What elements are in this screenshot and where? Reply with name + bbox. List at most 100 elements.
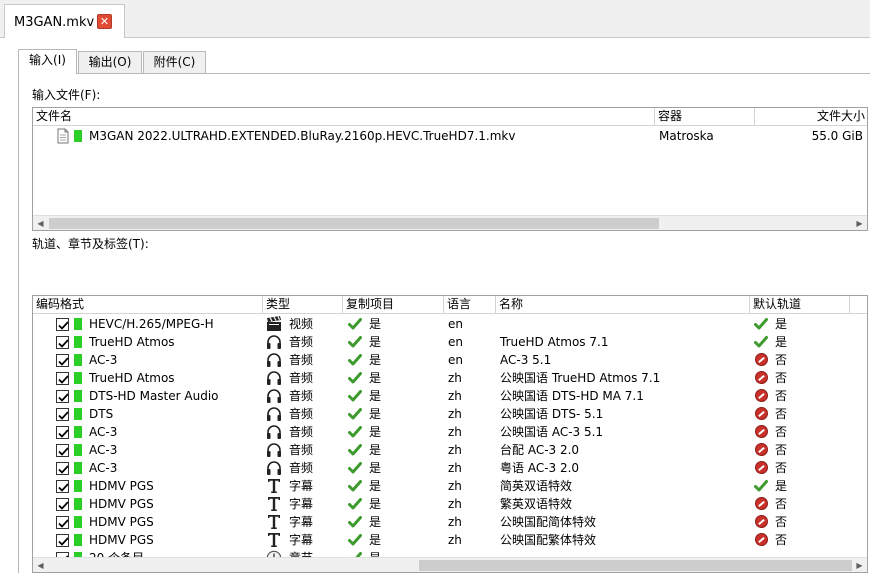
scroll-right-icon[interactable]: ▶	[852, 216, 867, 230]
track-copy: 是	[369, 461, 382, 475]
track-name: 公映国语 DTS-HD MA 7.1	[500, 389, 644, 403]
no-icon	[755, 389, 768, 402]
no-icon	[755, 371, 768, 384]
track-codec: HDMV PGS	[89, 515, 154, 529]
track-copy: 是	[369, 317, 382, 331]
track-type: 字幕	[289, 479, 314, 493]
track-row[interactable]: HDMV PGS 字幕 是 zh 简英双语特效 是	[33, 477, 867, 495]
file-icon	[57, 128, 69, 144]
column-file-name[interactable]: 文件名	[33, 108, 655, 126]
track-checkbox[interactable]	[56, 408, 69, 421]
track-type: 音频	[289, 371, 314, 385]
column-copy[interactable]: 复制项目	[343, 296, 444, 314]
subtitle-icon	[266, 514, 282, 530]
track-default: 否	[775, 497, 788, 511]
tracks-scrollbar[interactable]: ◀ ▶	[33, 557, 867, 572]
input-panel: 输入文件(F): 文件名 容器 文件大小 M3GAN 2022.ULTRAHD.…	[18, 74, 870, 573]
track-name: 简英双语特效	[500, 479, 573, 493]
track-type: 字幕	[289, 515, 314, 529]
track-default: 否	[775, 371, 788, 385]
track-status-bar	[74, 426, 82, 438]
track-row[interactable]: AC-3 音频 是 zh 公映国语 AC-3 5.1 否	[33, 423, 867, 441]
track-row[interactable]: TrueHD Atmos 音频 是 zh 公映国语 TrueHD Atmos 7.1 否	[33, 369, 867, 387]
track-language: zh	[448, 479, 462, 493]
track-type: 字幕	[289, 497, 314, 511]
column-file-size[interactable]: 文件大小	[755, 108, 867, 126]
track-checkbox[interactable]	[56, 426, 69, 439]
track-name: 公映国配繁体特效	[500, 533, 597, 547]
track-checkbox[interactable]	[56, 516, 69, 529]
green-check-icon	[348, 462, 362, 474]
scroll-left-icon[interactable]: ◀	[33, 216, 48, 230]
no-icon	[755, 515, 768, 528]
track-copy: 是	[369, 515, 382, 529]
track-status-bar	[74, 516, 82, 528]
checkmark-icon	[58, 447, 69, 456]
column-default-track[interactable]: 默认轨道	[750, 296, 850, 314]
file-name: M3GAN 2022.ULTRAHD.EXTENDED.BluRay.2160p…	[89, 129, 516, 143]
tab-attachments[interactable]: 附件(C)	[143, 51, 206, 73]
tab-input[interactable]: 输入(I)	[18, 49, 77, 74]
green-check-icon	[348, 318, 362, 330]
green-check-icon	[754, 480, 768, 492]
green-check-icon	[348, 516, 362, 528]
track-checkbox[interactable]	[56, 372, 69, 385]
track-row[interactable]: HDMV PGS 字幕 是 zh 公映国配繁体特效 否	[33, 531, 867, 549]
track-checkbox[interactable]	[56, 480, 69, 493]
track-row[interactable]: AC-3 音频 是 zh 台配 AC-3 2.0 否	[33, 441, 867, 459]
track-default: 是	[775, 317, 788, 331]
scroll-left-icon[interactable]: ◀	[33, 558, 48, 572]
track-codec: DTS	[89, 407, 114, 421]
track-checkbox[interactable]	[56, 498, 69, 511]
track-checkbox[interactable]	[56, 462, 69, 475]
track-row[interactable]: DTS 音频 是 zh 公映国语 DTS- 5.1 否	[33, 405, 867, 423]
tracks-grid[interactable]: 编码格式 类型 复制项目 语言 名称 默认轨道 HEVC/H.265/MPEG-…	[32, 295, 868, 573]
track-checkbox[interactable]	[56, 534, 69, 547]
column-type[interactable]: 类型	[263, 296, 343, 314]
track-name: 台配 AC-3 2.0	[500, 443, 580, 457]
file-status-bar	[74, 130, 82, 142]
no-icon	[755, 353, 768, 366]
column-container[interactable]: 容器	[655, 108, 755, 126]
column-language[interactable]: 语言	[444, 296, 496, 314]
checkmark-icon	[58, 519, 69, 528]
track-checkbox[interactable]	[56, 336, 69, 349]
input-files-header: 文件名 容器 文件大小	[33, 108, 867, 126]
track-row[interactable]: HDMV PGS 字幕 是 zh 繁英双语特效 否	[33, 495, 867, 513]
track-row[interactable]: DTS-HD Master Audio 音频 是 zh 公映国语 DTS-HD MA 7…	[33, 387, 867, 405]
scroll-right-icon[interactable]: ▶	[852, 558, 867, 572]
scroll-thumb[interactable]	[419, 560, 852, 571]
audio-icon	[266, 460, 282, 476]
green-check-icon	[348, 498, 362, 510]
close-tab-icon[interactable]: ✕	[97, 14, 112, 29]
track-default: 否	[775, 533, 788, 547]
scroll-thumb[interactable]	[49, 218, 659, 229]
track-row[interactable]: TrueHD Atmos 音频 是 en TrueHD Atmos 7.1 是	[33, 333, 867, 351]
tab-output[interactable]: 输出(O)	[78, 51, 142, 73]
track-row[interactable]: HDMV PGS 字幕 是 zh 公映国配简体特效 否	[33, 513, 867, 531]
column-name[interactable]: 名称	[496, 296, 750, 314]
track-checkbox[interactable]	[56, 354, 69, 367]
no-icon	[755, 425, 768, 438]
input-files-scrollbar[interactable]: ◀ ▶	[33, 215, 867, 230]
green-check-icon	[348, 534, 362, 546]
track-language: en	[448, 317, 463, 331]
track-checkbox[interactable]	[56, 390, 69, 403]
input-files-grid[interactable]: 文件名 容器 文件大小 M3GAN 2022.ULTRAHD.EXTENDED.…	[32, 107, 868, 231]
track-default: 是	[775, 335, 788, 349]
green-check-icon	[348, 390, 362, 402]
track-default: 否	[775, 407, 788, 421]
document-tab[interactable]: M3GAN.mkv ✕	[4, 4, 125, 39]
green-check-icon	[348, 480, 362, 492]
track-type: 音频	[289, 443, 314, 457]
file-row[interactable]: M3GAN 2022.ULTRAHD.EXTENDED.BluRay.2160p…	[33, 127, 867, 145]
track-row[interactable]: HEVC/H.265/MPEG-H 视频 是 en 是	[33, 315, 867, 333]
track-language: zh	[448, 407, 462, 421]
track-row[interactable]: AC-3 音频 是 zh 粤语 AC-3 2.0 否	[33, 459, 867, 477]
track-checkbox[interactable]	[56, 318, 69, 331]
track-checkbox[interactable]	[56, 444, 69, 457]
track-row[interactable]: AC-3 音频 是 en AC-3 5.1 否	[33, 351, 867, 369]
column-codec[interactable]: 编码格式	[33, 296, 263, 314]
track-default: 否	[775, 443, 788, 457]
subtitle-icon	[266, 478, 282, 494]
